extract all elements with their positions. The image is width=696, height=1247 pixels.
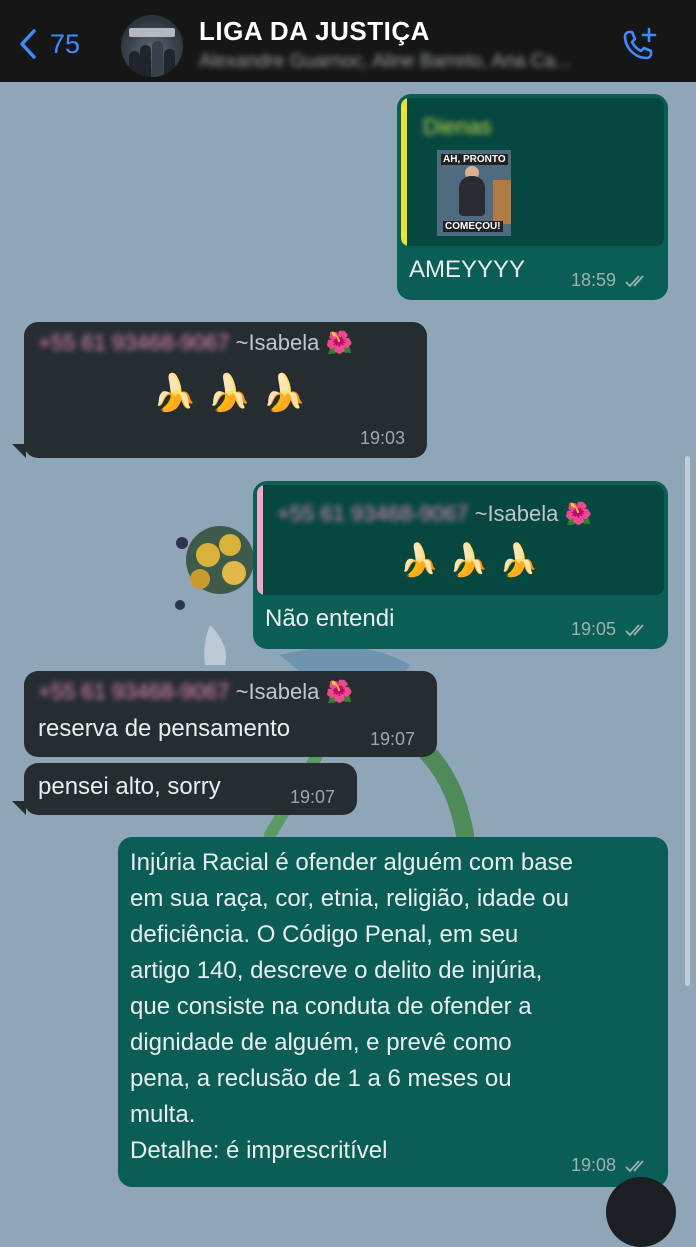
group-members[interactable]: Alexandre Guarnoc, Aline Barreto, Ana Ca… xyxy=(199,51,619,73)
message-line: que consiste na conduta de ofender a xyxy=(130,993,532,1020)
message-text: reserva de pensamento xyxy=(38,715,291,742)
scrollbar[interactable] xyxy=(685,456,690,986)
chat-header: 75 LIGA DA JUSTIÇA Alexandre Guarnoc, Al… xyxy=(0,0,696,82)
message-time: 19:08 xyxy=(571,1155,617,1175)
hibiscus-emoji: 🌺 xyxy=(564,501,592,526)
sender-name: ~Isabela xyxy=(235,679,320,704)
message-line: multa. xyxy=(130,1101,196,1128)
quoted-sender-name: Dienas xyxy=(423,114,492,139)
hibiscus-emoji: 🌺 xyxy=(325,679,353,704)
message-incoming[interactable]: pensei alto, sorry 19:07 xyxy=(12,763,357,815)
message-incoming[interactable]: +55 61 93468-9067 ~Isabela 🌺 reserva de … xyxy=(24,671,437,757)
quoted-emoji: 🍌🍌🍌 xyxy=(399,542,549,578)
group-avatar[interactable] xyxy=(121,15,183,77)
sender-name: ~Isabela xyxy=(235,330,320,355)
message-meta: 19:08 xyxy=(571,1155,649,1176)
message-line: em sua raça, cor, etnia, religião, idade… xyxy=(130,885,569,912)
chevron-left-icon xyxy=(20,29,36,59)
message-meta: 18:59 xyxy=(571,270,649,291)
message-time: 19:07 xyxy=(290,787,336,807)
message-meta: 19:05 xyxy=(571,619,649,640)
message-line: Detalhe: é imprescritível xyxy=(130,1137,388,1164)
add-call-icon[interactable] xyxy=(615,24,661,70)
message-outgoing[interactable]: Dienas AH, PRONTO COMEÇOU! AMEYYYY 18:59 xyxy=(397,94,668,300)
message-line: deficiência. O Código Penal, em seu xyxy=(130,921,519,948)
message-outgoing[interactable]: Injúria Racial é ofender alguém com base… xyxy=(118,837,668,1187)
message-text: Não entendi xyxy=(265,605,395,632)
sender-phone: +55 61 93468-9067 xyxy=(38,679,230,704)
message-sender: +55 61 93468-9067 ~Isabela 🌺 xyxy=(38,679,353,705)
message-time: 19:03 xyxy=(360,428,406,448)
double-check-icon xyxy=(625,1160,644,1173)
scroll-down-button[interactable] xyxy=(606,1177,676,1247)
message-line: dignidade de alguém, e prevê como xyxy=(130,1029,512,1056)
sender-phone: +55 61 93468-9067 xyxy=(38,330,230,355)
double-check-icon xyxy=(625,624,644,637)
message-time: 18:59 xyxy=(571,270,617,290)
quoted-sender-phone: +55 61 93468-9067 xyxy=(277,501,469,526)
message-outgoing[interactable]: +55 61 93468-9067 ~Isabela 🌺 🍌🍌🍌 Não ent… xyxy=(253,481,668,649)
quoted-message[interactable]: Dienas AH, PRONTO COMEÇOU! xyxy=(401,98,664,246)
group-title[interactable]: LIGA DA JUSTIÇA xyxy=(199,16,430,47)
quoted-sender-name: ~Isabela xyxy=(474,501,559,526)
message-line: artigo 140, descreve o delito de injúria… xyxy=(130,957,543,984)
message-text: AMEYYYY xyxy=(409,256,526,283)
message-line: Injúria Racial é ofender alguém com base xyxy=(130,849,573,876)
double-check-icon xyxy=(625,275,644,288)
quoted-sender: +55 61 93468-9067 ~Isabela 🌺 xyxy=(277,501,592,527)
message-emoji: 🍌🍌🍌 xyxy=(152,372,317,413)
unread-count: 75 xyxy=(50,28,81,59)
hibiscus-emoji: 🌺 xyxy=(325,330,353,355)
quoted-message[interactable]: +55 61 93468-9067 ~Isabela 🌺 🍌🍌🍌 xyxy=(257,485,664,595)
message-time: 19:05 xyxy=(571,619,617,639)
message-line: pena, a reclusão de 1 a 6 meses ou xyxy=(130,1065,512,1092)
message-text: Injúria Racial é ofender alguém com base… xyxy=(130,845,573,1169)
message-time: 19:07 xyxy=(370,729,416,749)
message-incoming[interactable]: +55 61 93468-9067 ~Isabela 🌺 🍌🍌🍌 19:03 xyxy=(12,322,427,458)
message-text: pensei alto, sorry xyxy=(38,773,221,800)
meme-thumbnail: AH, PRONTO COMEÇOU! xyxy=(437,150,511,236)
message-sender: +55 61 93468-9067 ~Isabela 🌺 xyxy=(38,330,353,356)
back-button[interactable]: 75 xyxy=(14,22,80,66)
